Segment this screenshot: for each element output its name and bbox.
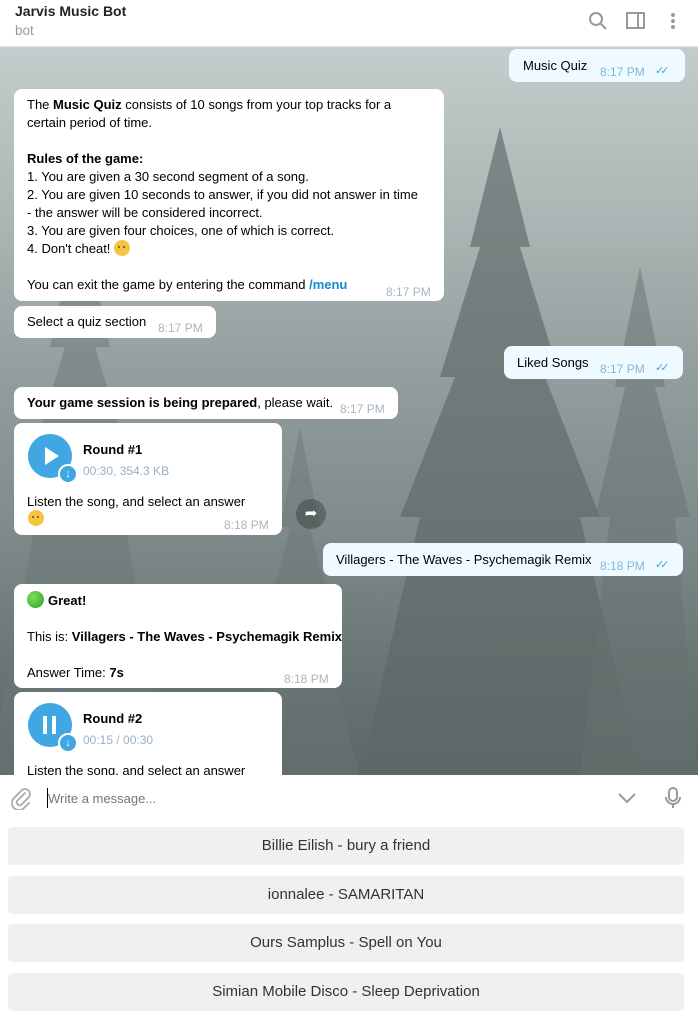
- thinking-face-icon: [28, 510, 44, 526]
- rule-item: 2. You are given 10 seconds to answer, i…: [27, 187, 418, 202]
- rule-item: 3. You are given four choices, one of wh…: [27, 223, 335, 238]
- message-incoming[interactable]: Select a quiz section 8:17 PM: [14, 306, 216, 338]
- keyboard-option-button[interactable]: Simian Mobile Disco - Sleep Deprivation: [8, 973, 684, 1011]
- message-time: 8:17 PM: [600, 65, 645, 79]
- result-song: This is: Villagers - The Waves - Psychem…: [27, 629, 343, 644]
- search-icon[interactable]: [587, 10, 609, 32]
- rules-intro-line2: certain period of time.: [27, 115, 153, 130]
- audio-title: Round #1: [83, 442, 143, 457]
- chevron-down-icon[interactable]: [616, 789, 638, 807]
- download-icon[interactable]: ↓: [58, 733, 78, 753]
- paperclip-icon[interactable]: [10, 786, 32, 811]
- message-time: 8:17 PM: [386, 285, 431, 299]
- result-title: Great!: [27, 591, 337, 610]
- play-button[interactable]: ↓: [28, 434, 78, 484]
- keyboard-option-button[interactable]: ionnalee - SAMARITAN: [8, 876, 684, 914]
- audio-title: Round #2: [83, 711, 143, 726]
- message-incoming[interactable]: Great! This is: Villagers - The Waves - …: [14, 584, 342, 688]
- message-time: 8:18 PM: [600, 559, 645, 573]
- message-text: Music Quiz: [523, 58, 588, 73]
- audio-meta: 00:15 / 00:30: [83, 733, 154, 747]
- rules-intro: The Music Quiz consists of 10 songs from…: [27, 97, 392, 112]
- rule-item: 1. You are given a 30 second segment of …: [27, 169, 309, 184]
- double-check-icon: ✓✓: [655, 559, 670, 571]
- double-check-icon: ✓✓: [655, 362, 670, 374]
- more-vertical-icon[interactable]: [663, 10, 683, 32]
- chat-header: Jarvis Music Bot bot: [0, 0, 698, 47]
- audio-message[interactable]: ↓ Round #2 00:15 / 00:30 Listen the song…: [14, 692, 282, 775]
- play-icon: [45, 447, 59, 465]
- message-text: Your game session is being prepared, ple…: [27, 395, 334, 410]
- microphone-icon[interactable]: [663, 786, 683, 810]
- green-circle-icon: [27, 591, 44, 608]
- audio-caption: Listen the song, and select an answer: [27, 494, 246, 509]
- double-check-icon: ✓✓: [655, 65, 670, 77]
- message-text: Select a quiz section: [27, 314, 147, 329]
- message-outgoing[interactable]: Liked Songs 8:17 PM ✓✓: [504, 346, 683, 379]
- message-outgoing[interactable]: Villagers - The Waves - Psychemagik Remi…: [323, 543, 683, 576]
- menu-command-link[interactable]: /menu: [309, 277, 347, 292]
- keyboard-option-button[interactable]: Ours Samplus - Spell on You: [8, 924, 684, 962]
- message-composer: [0, 775, 698, 821]
- rule-item: 4. Don't cheat!: [27, 240, 437, 258]
- message-input[interactable]: [48, 788, 588, 808]
- sidebar-toggle-icon[interactable]: [625, 10, 647, 32]
- rule-item: - the answer will be considered incorrec…: [27, 205, 263, 220]
- message-incoming[interactable]: Your game session is being prepared, ple…: [14, 387, 398, 419]
- thinking-face-icon: [114, 240, 131, 256]
- audio-meta: 00:30, 354.3 KB: [83, 464, 170, 478]
- message-incoming[interactable]: The Music Quiz consists of 10 songs from…: [14, 89, 444, 301]
- message-time: 8:17 PM: [158, 321, 203, 335]
- exit-instruction: You can exit the game by entering the co…: [27, 277, 348, 292]
- message-time: 8:18 PM: [284, 672, 329, 686]
- audio-message[interactable]: ↓ Round #1 00:30, 354.3 KB Listen the so…: [14, 423, 282, 535]
- message-text: Liked Songs: [517, 355, 589, 370]
- message-text: Villagers - The Waves - Psychemagik Remi…: [336, 552, 592, 567]
- message-time: 8:17 PM: [600, 362, 645, 376]
- chat-subtitle: bot: [15, 23, 34, 38]
- download-icon[interactable]: ↓: [58, 464, 78, 484]
- message-time: 8:17 PM: [340, 402, 385, 416]
- message-time: 8:18 PM: [224, 518, 269, 532]
- pause-icon: [43, 716, 47, 734]
- chat-history[interactable]: Music Quiz 8:17 PM ✓✓ The Music Quiz con…: [0, 47, 698, 775]
- audio-caption: Listen the song, and select an answer: [27, 763, 246, 775]
- keyboard-option-button[interactable]: Billie Eilish - bury a friend: [8, 827, 684, 865]
- message-outgoing[interactable]: Music Quiz 8:17 PM ✓✓: [509, 49, 685, 82]
- share-icon[interactable]: ➦: [296, 499, 326, 529]
- chat-title[interactable]: Jarvis Music Bot: [15, 3, 126, 19]
- rules-title: Rules of the game:: [27, 151, 144, 166]
- reply-keyboard: Billie Eilish - bury a friend ionnalee -…: [0, 821, 698, 1017]
- pause-button[interactable]: ↓: [28, 703, 78, 753]
